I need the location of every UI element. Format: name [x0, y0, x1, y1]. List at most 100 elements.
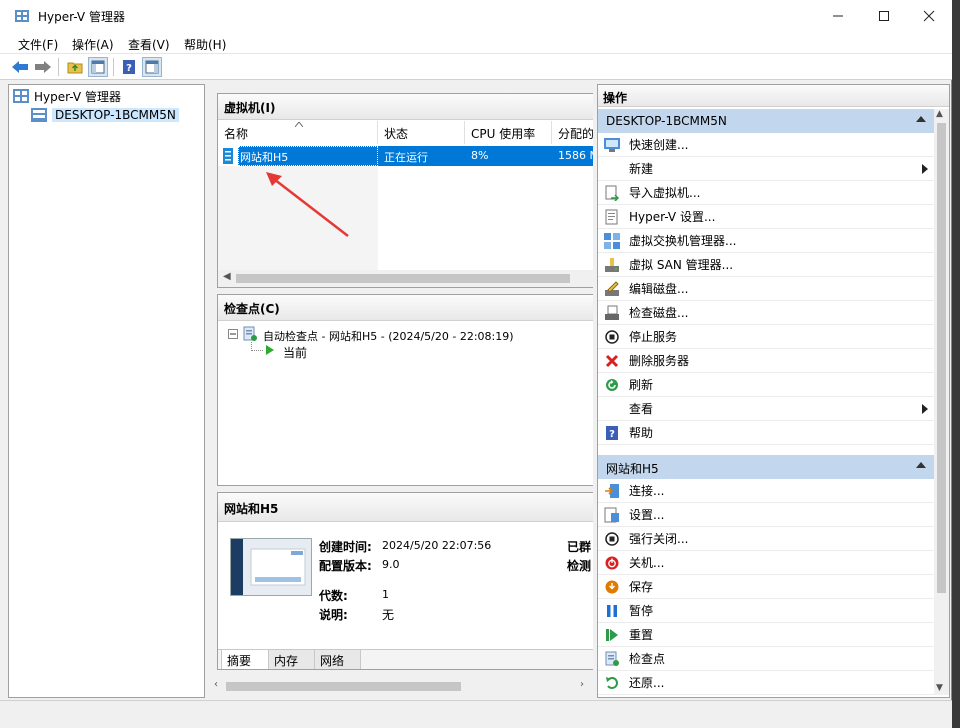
submenu-arrow-icon — [922, 164, 928, 174]
action-edit-disk[interactable]: 编辑磁盘... — [598, 277, 934, 301]
help-button[interactable]: ? — [119, 57, 139, 77]
vm-screen-thumbnail-icon — [231, 539, 311, 595]
action-refresh[interactable]: 刷新 — [598, 373, 934, 397]
hyperv-app-icon — [15, 10, 29, 22]
action-virtual-san-manager[interactable]: 虚拟 SAN 管理器... — [598, 253, 934, 277]
tree-root-label: Hyper-V 管理器 — [34, 89, 121, 104]
action-inspect-disk[interactable]: 检查磁盘... — [598, 301, 934, 325]
tab-network[interactable]: 网络 — [315, 650, 361, 669]
action-turn-off[interactable]: 强行关闭... — [598, 527, 934, 551]
action-virtual-switch-manager[interactable]: 虚拟交换机管理器... — [598, 229, 934, 253]
scrollbar-thumb[interactable] — [226, 682, 461, 691]
actions-vertical-scrollbar[interactable]: ▲ ▼ — [934, 109, 949, 695]
menu-help[interactable]: 帮助(H) — [184, 36, 226, 53]
notes-label: 说明: — [319, 608, 348, 622]
config-version-value: 9.0 — [382, 558, 400, 571]
action-shutdown[interactable]: 关机... — [598, 551, 934, 575]
center-horizontal-scrollbar[interactable]: ‹ › — [210, 678, 593, 695]
settings-icon — [604, 507, 619, 522]
generation-label: 代数: — [319, 589, 348, 603]
tab-summary[interactable]: 摘要 — [221, 650, 269, 669]
action-reset[interactable]: 重置 — [598, 623, 934, 647]
action-pane-icon — [145, 60, 159, 74]
vm-horizontal-scrollbar[interactable]: ◀ — [218, 270, 593, 287]
help-book-icon: ? — [123, 60, 135, 74]
action-view[interactable]: 查看 — [598, 397, 934, 421]
vm-running-icon — [223, 148, 233, 164]
generation-value: 1 — [382, 588, 389, 601]
minimize-button[interactable] — [815, 0, 861, 32]
action-save[interactable]: 保存 — [598, 575, 934, 599]
settings-page-icon — [605, 209, 618, 224]
collapse-up-icon[interactable] — [916, 462, 926, 468]
maximize-button[interactable] — [861, 0, 907, 32]
host-actions-header[interactable]: DESKTOP-1BCMM5N — [598, 109, 934, 133]
col-cpu[interactable]: CPU 使用率 — [465, 121, 552, 144]
action-help[interactable]: ? 帮助 — [598, 421, 934, 445]
action-stop-service[interactable]: 停止服务 — [598, 325, 934, 349]
refresh-icon — [606, 378, 618, 391]
scroll-up-icon[interactable]: ▲ — [936, 109, 943, 119]
scrollbar-thumb[interactable] — [236, 274, 570, 283]
action-revert[interactable]: 还原... — [598, 671, 934, 695]
config-version-label: 配置版本: — [319, 559, 372, 573]
action-new[interactable]: 新建 — [598, 157, 934, 181]
collapse-up-icon[interactable] — [916, 116, 926, 122]
show-hide-tree-button[interactable] — [88, 57, 108, 77]
col-state[interactable]: 状态 — [378, 121, 465, 144]
tree-item-host[interactable]: DESKTOP-1BCMM5N — [31, 106, 179, 124]
scroll-down-icon[interactable]: ▼ — [936, 683, 943, 693]
close-button[interactable] — [906, 0, 952, 32]
console-tree: Hyper-V 管理器 DESKTOP-1BCMM5N — [8, 84, 205, 698]
actions-title: 操作 — [598, 85, 949, 107]
vm-state-cell: 正在运行 — [384, 151, 428, 164]
stop-icon — [605, 329, 619, 344]
checkpoint-current-label[interactable]: 当前 — [283, 344, 307, 361]
up-folder-button[interactable] — [65, 57, 85, 77]
scroll-left-icon[interactable]: ‹ — [214, 679, 218, 690]
checkpoint-panel: 检查点(C) 自动检查点 - 网站和H5 - (2024/5/20 - 22:0… — [217, 294, 593, 486]
table-row[interactable]: 网站和H5 正在运行 8% 1586 M — [218, 146, 593, 166]
action-connect[interactable]: 连接... — [598, 479, 934, 503]
scroll-left-icon[interactable]: ◀ — [223, 271, 231, 282]
minimize-icon — [833, 15, 843, 17]
action-import-vm[interactable]: 导入虚拟机... — [598, 181, 934, 205]
menu-view[interactable]: 查看(V) — [128, 36, 170, 53]
tree-item-root[interactable]: Hyper-V 管理器 — [13, 87, 121, 105]
delete-x-icon — [605, 354, 619, 367]
actions-pane: 操作 DESKTOP-1BCMM5N 快速创建... 新建 导入虚拟机... H… — [597, 84, 950, 698]
vm-name-cell: 网站和H5 — [240, 151, 289, 164]
menu-action[interactable]: 操作(A) — [72, 36, 114, 53]
details-panel-title: 网站和H5 — [218, 493, 593, 522]
scroll-right-icon[interactable]: › — [580, 679, 584, 690]
checkpoint-icon — [243, 326, 257, 341]
action-quick-create[interactable]: 快速创建... — [598, 133, 934, 157]
action-checkpoint[interactable]: 检查点 — [598, 647, 934, 671]
maximize-icon — [879, 11, 889, 21]
vm-panel: 虚拟机(I) 名称 状态 CPU 使用率 分配的 网站和H5 正在运行 8% 1… — [217, 93, 593, 288]
title-bar: Hyper-V 管理器 — [0, 0, 952, 32]
show-hide-action-pane-button[interactable] — [142, 57, 162, 77]
forward-button[interactable] — [33, 57, 53, 77]
action-vm-settings[interactable]: 设置... — [598, 503, 934, 527]
quick-create-icon — [604, 137, 620, 152]
forward-arrow-icon — [35, 61, 51, 73]
back-arrow-icon — [12, 61, 28, 73]
action-pause[interactable]: 暂停 — [598, 599, 934, 623]
pause-icon — [607, 604, 617, 617]
tab-memory[interactable]: 内存 — [269, 650, 315, 669]
vm-actions-header[interactable]: 网站和H5 — [598, 455, 934, 479]
checkpoint-root-label[interactable]: 自动检查点 - 网站和H5 - (2024/5/20 - 22:08:19) — [263, 328, 514, 344]
center-pane: 虚拟机(I) 名称 状态 CPU 使用率 分配的 网站和H5 正在运行 8% 1… — [210, 84, 593, 698]
back-button[interactable] — [10, 57, 30, 77]
col-memory[interactable]: 分配的 — [552, 121, 593, 144]
console-tree-icon — [91, 60, 105, 74]
action-hyperv-settings[interactable]: Hyper-V 设置... — [598, 205, 934, 229]
menu-file[interactable]: 文件(F) — [18, 36, 58, 53]
connect-icon — [605, 483, 619, 498]
scrollbar-thumb[interactable] — [937, 123, 946, 593]
reset-icon — [606, 628, 618, 641]
action-remove-server[interactable]: 删除服务器 — [598, 349, 934, 373]
collapse-icon[interactable] — [228, 329, 238, 339]
created-value: 2024/5/20 22:07:56 — [382, 539, 492, 552]
